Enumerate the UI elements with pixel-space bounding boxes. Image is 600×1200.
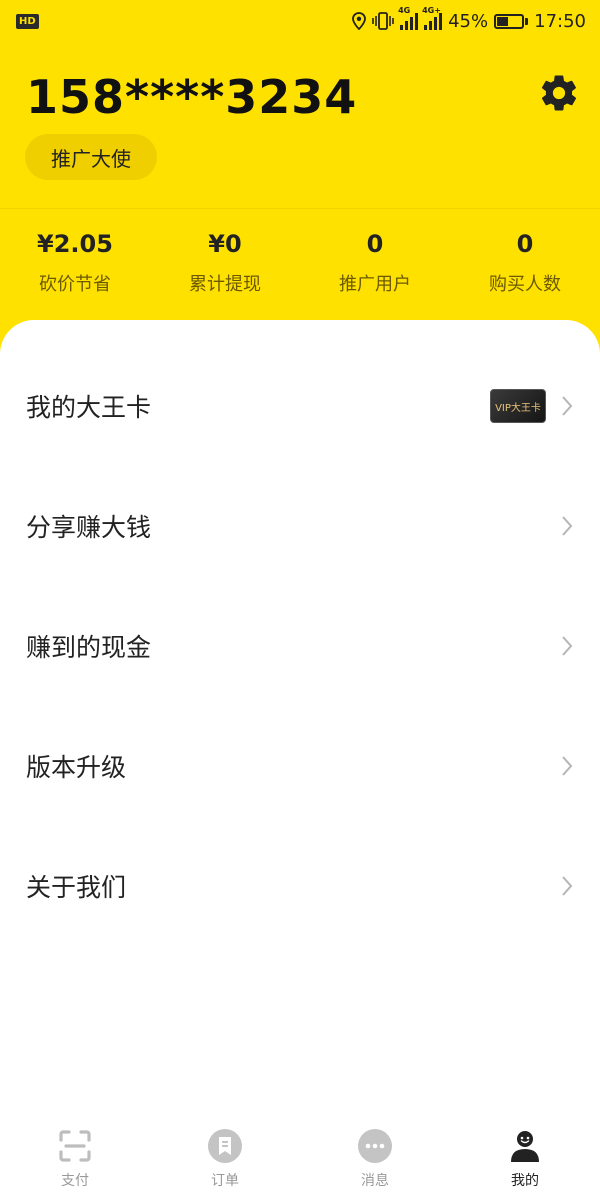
tab-label: 消息	[361, 1173, 389, 1189]
message-icon	[358, 1129, 392, 1163]
profile-icon	[511, 1131, 539, 1162]
tab-pay[interactable]: 支付	[0, 1118, 150, 1200]
chevron-right-icon	[562, 516, 573, 536]
chevron-right-icon	[562, 396, 573, 416]
vip-card-thumbnail: VIP大王卡	[490, 389, 546, 423]
stat-value: ¥0	[208, 230, 242, 258]
stat-saved[interactable]: ¥2.05 砍价节省	[0, 230, 150, 296]
stat-withdrawn[interactable]: ¥0 累计提现	[150, 230, 300, 296]
menu-item-version-upgrade[interactable]: 版本升级	[0, 706, 600, 826]
status-bar: HD 4G 4G+ 45% 17:50	[0, 0, 600, 42]
menu-item-label: 版本升级	[26, 753, 127, 782]
battery-fill	[497, 16, 508, 26]
tab-orders[interactable]: 订单	[150, 1118, 300, 1200]
stat-label: 购买人数	[489, 274, 561, 295]
tab-messages[interactable]: 消息	[300, 1118, 450, 1200]
stats-row: ¥2.05 砍价节省 ¥0 累计提现 0 推广用户 0 购买人数	[0, 230, 600, 296]
battery-percent: 45%	[448, 10, 489, 32]
menu-item-label: 我的大王卡	[26, 393, 152, 422]
signal-1-icon: 4G	[398, 6, 419, 30]
menu-item-label: 分享赚大钱	[26, 513, 152, 542]
menu-panel: 我的大王卡 VIP大王卡 分享赚大钱 赚到的现金 版本升级 关于我们	[0, 320, 600, 1200]
stat-buyers[interactable]: 0 购买人数	[450, 230, 600, 296]
menu-item-about-us[interactable]: 关于我们	[0, 826, 600, 946]
tab-me[interactable]: 我的	[450, 1118, 600, 1200]
user-phone: 158****3234	[26, 70, 358, 124]
signal-2-label: 4G+	[422, 6, 441, 15]
stat-referred-users[interactable]: 0 推广用户	[300, 230, 450, 296]
vibrate-icon	[372, 12, 394, 30]
chevron-right-icon	[562, 636, 573, 656]
scan-icon	[59, 1130, 91, 1162]
stat-value: 0	[516, 230, 534, 258]
location-icon	[352, 12, 367, 30]
order-icon	[208, 1129, 242, 1163]
menu-item-label: 关于我们	[26, 873, 127, 902]
hd-badge: HD	[16, 13, 39, 29]
chevron-right-icon	[562, 756, 573, 776]
stat-label: 推广用户	[339, 274, 411, 295]
stat-label: 累计提现	[189, 274, 261, 295]
header-divider	[0, 208, 600, 209]
menu-item-my-card[interactable]: 我的大王卡 VIP大王卡	[0, 346, 600, 466]
menu-item-share-earn[interactable]: 分享赚大钱	[0, 466, 600, 586]
signal-1-label: 4G	[398, 6, 411, 15]
tab-label: 订单	[211, 1173, 239, 1189]
gear-icon[interactable]	[538, 72, 580, 114]
stat-value: ¥2.05	[37, 230, 113, 258]
menu-item-label: 赚到的现金	[26, 633, 152, 662]
role-badge[interactable]: 推广大使	[25, 134, 157, 180]
status-indicators: 4G 4G+ 45% 17:50	[352, 6, 586, 32]
chevron-right-icon	[562, 876, 573, 896]
signal-2-icon: 4G+	[422, 6, 443, 30]
battery-icon	[494, 13, 529, 29]
menu-item-earned-cash[interactable]: 赚到的现金	[0, 586, 600, 706]
tab-label: 支付	[61, 1173, 89, 1189]
tab-label: 我的	[511, 1173, 539, 1189]
bottom-tab-bar: 支付 订单 消息 我的	[0, 1118, 600, 1200]
profile-header: 158****3234 推广大使 ¥2.05 砍价节省 ¥0 累计提现 0 推广…	[0, 42, 600, 342]
clock: 17:50	[534, 10, 586, 32]
stat-value: 0	[366, 230, 384, 258]
stat-label: 砍价节省	[39, 274, 111, 295]
